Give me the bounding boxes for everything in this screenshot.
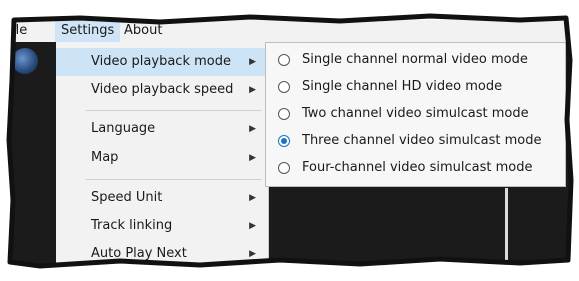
menu-about[interactable]: About (118, 20, 168, 42)
menu-file[interactable]: ile (12, 20, 27, 42)
menu-item-language[interactable]: Language ▶ (56, 115, 268, 143)
settings-dropdown: Video playback mode ▶ Video playback spe… (56, 42, 269, 281)
option-four-channel[interactable]: Four-channel video simulcast mode (266, 155, 565, 182)
option-label: Three channel video simulcast mode (302, 133, 542, 148)
app-logo-icon (12, 48, 38, 74)
menu-item-video-playback-mode[interactable]: Video playback mode ▶ (56, 48, 268, 76)
menu-separator (86, 110, 262, 111)
menu-settings[interactable]: Settings (55, 20, 120, 42)
radio-unchecked-icon[interactable] (278, 81, 290, 93)
menu-item-label: Language (91, 121, 156, 136)
menu-item-label: Track linking (91, 218, 173, 233)
menu-item-track-linking[interactable]: Track linking ▶ (56, 212, 268, 240)
option-single-channel-normal[interactable]: Single channel normal video mode (266, 47, 565, 74)
video-pane-divider (505, 188, 508, 263)
menubar: ile Settings About (0, 20, 579, 42)
menu-item-speed-unit[interactable]: Speed Unit ▶ (56, 184, 268, 212)
option-label: Four-channel video simulcast mode (302, 160, 533, 175)
option-single-channel-hd[interactable]: Single channel HD video mode (266, 74, 565, 101)
submenu-arrow-icon: ▶ (249, 124, 256, 134)
menu-separator (86, 179, 262, 180)
submenu-arrow-icon: ▶ (249, 57, 256, 67)
playback-mode-submenu: Single channel normal video mode Single … (265, 42, 566, 187)
submenu-arrow-icon: ▶ (249, 221, 256, 231)
menu-item-label: Map (91, 150, 119, 165)
submenu-arrow-icon: ▶ (249, 85, 256, 95)
menu-item-video-playback-speed[interactable]: Video playback speed ▶ (56, 76, 268, 104)
menu-item-map[interactable]: Map ▶ (56, 144, 268, 172)
option-label: Single channel HD video mode (302, 79, 503, 94)
radio-unchecked-icon[interactable] (278, 108, 290, 120)
submenu-arrow-icon: ▶ (249, 153, 256, 163)
option-two-channel[interactable]: Two channel video simulcast mode (266, 101, 565, 128)
option-label: Single channel normal video mode (302, 52, 528, 67)
radio-unchecked-icon[interactable] (278, 54, 290, 66)
radio-unchecked-icon[interactable] (278, 162, 290, 174)
menu-item-label: Video playback speed (91, 82, 234, 97)
radio-checked-icon[interactable] (278, 135, 290, 147)
menu-item-label: Video playback mode (91, 54, 231, 69)
option-three-channel[interactable]: Three channel video simulcast mode (266, 128, 565, 155)
submenu-arrow-icon: ▶ (249, 193, 256, 203)
option-label: Two channel video simulcast mode (302, 106, 529, 121)
menu-item-label: Speed Unit (91, 190, 163, 205)
